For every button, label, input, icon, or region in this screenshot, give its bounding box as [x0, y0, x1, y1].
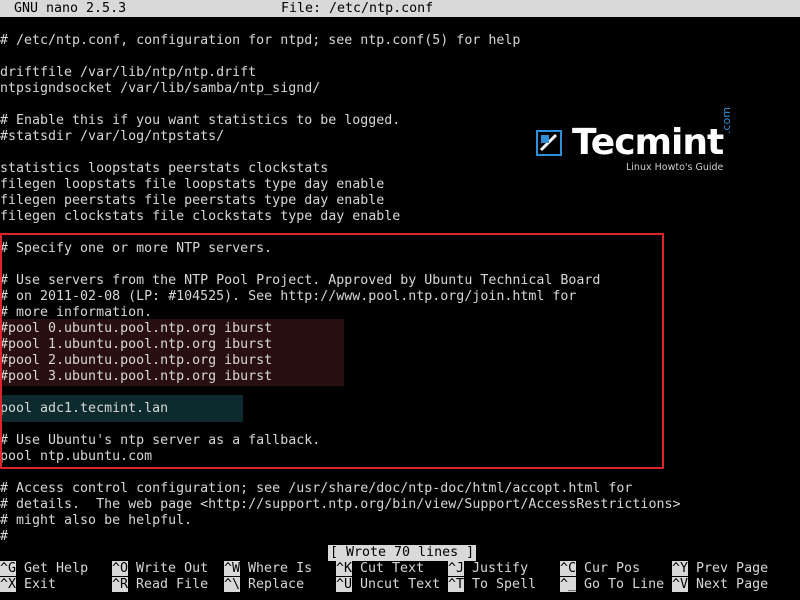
- shortcut-label: Uncut Text: [360, 577, 441, 592]
- ntp-servers-highlight-box: [0, 233, 664, 469]
- shortcut-label: Next Page: [696, 577, 769, 592]
- shortcut-key: ^V: [672, 577, 689, 592]
- shortcut-key: ^K: [336, 561, 353, 576]
- shortcut-exit[interactable]: ^X Exit: [0, 577, 56, 593]
- editor-line[interactable]: # details. The web page <http://support.…: [0, 497, 680, 513]
- shortcut-get-help[interactable]: ^G Get Help: [0, 561, 88, 577]
- shortcut-uncut-text[interactable]: ^U Uncut Text: [336, 577, 440, 593]
- shortcut-label: Get Help: [24, 561, 89, 576]
- watermark-brand: Tecmint: [572, 122, 724, 163]
- editor-line[interactable]: filegen peerstats file peerstats type da…: [0, 193, 384, 209]
- watermark-tagline: Linux Howto's Guide: [626, 162, 724, 173]
- shortcut-label: Cur Pos: [584, 561, 641, 576]
- shortcut-key: ^Y: [672, 561, 689, 576]
- watermark-domain: .com: [720, 107, 733, 134]
- shortcut-label: Where Is: [248, 561, 313, 576]
- tecmint-logo-icon: [536, 130, 562, 156]
- shortcut-read-file[interactable]: ^R Read File: [112, 577, 208, 593]
- file-name: File: /etc/ntp.conf: [281, 1, 434, 16]
- shortcut-write-out[interactable]: ^O Write Out: [112, 561, 208, 577]
- shortcut-label: Go To Line: [584, 577, 665, 592]
- shortcut-key: ^R: [112, 577, 129, 592]
- editor-line[interactable]: #: [0, 529, 8, 545]
- shortcut-go-to-line[interactable]: ^_ Go To Line: [560, 577, 664, 593]
- shortcut-label: Write Out: [136, 561, 209, 576]
- shortcut-justify[interactable]: ^J Justify: [448, 561, 528, 577]
- nano-title-bar: GNU nano 2.5.3 File: /etc/ntp.conf: [0, 0, 800, 17]
- editor-line[interactable]: ntpsigndsocket /var/lib/samba/ntp_signd/: [0, 81, 320, 97]
- shortcut-replace[interactable]: ^\ Replace: [224, 577, 304, 593]
- shortcut-where-is[interactable]: ^W Where Is: [224, 561, 312, 577]
- shortcut-label: Cut Text: [360, 561, 425, 576]
- editor-line[interactable]: # Enable this if you want statistics to …: [0, 113, 400, 129]
- shortcut-key: ^C: [560, 561, 577, 576]
- shortcut-to-spell[interactable]: ^T To Spell: [448, 577, 536, 593]
- shortcut-label: To Spell: [472, 577, 537, 592]
- shortcut-key: ^T: [448, 577, 465, 592]
- shortcut-key: ^_: [560, 577, 577, 592]
- tecmint-watermark: Tecmint .com Linux Howto's Guide: [536, 107, 736, 178]
- shortcut-key: ^J: [448, 561, 465, 576]
- editor-line[interactable]: # might also be helpful.: [0, 513, 192, 529]
- shortcut-cur-pos[interactable]: ^C Cur Pos: [560, 561, 640, 577]
- shortcut-label: Exit: [24, 577, 57, 592]
- shortcut-key: ^O: [112, 561, 129, 576]
- shortcut-key: ^U: [336, 577, 353, 592]
- shortcut-prev-page[interactable]: ^Y Prev Page: [672, 561, 768, 577]
- shortcut-key: ^\: [224, 577, 241, 592]
- editor-line[interactable]: driftfile /var/lib/ntp/ntp.drift: [0, 65, 256, 81]
- shortcut-next-page[interactable]: ^V Next Page: [672, 577, 768, 593]
- editor-line[interactable]: statistics loopstats peerstats clockstat…: [0, 161, 328, 177]
- editor-line[interactable]: filegen loopstats file loopstats type da…: [0, 177, 384, 193]
- shortcut-label: Read File: [136, 577, 209, 592]
- editor-line[interactable]: #statsdir /var/log/ntpstats/: [0, 129, 224, 145]
- shortcut-label: Prev Page: [696, 561, 769, 576]
- shortcut-label: Justify: [472, 561, 529, 576]
- app-version: GNU nano 2.5.3: [14, 1, 127, 16]
- editor-line[interactable]: # Access control configuration; see /usr…: [0, 481, 632, 497]
- status-message: [ Wrote 70 lines ]: [328, 545, 477, 561]
- editor-line[interactable]: # /etc/ntp.conf, configuration for ntpd;…: [0, 33, 520, 49]
- shortcut-label: Replace: [248, 577, 305, 592]
- shortcut-key: ^G: [0, 561, 17, 576]
- shortcut-key: ^X: [0, 577, 17, 592]
- shortcut-cut-text[interactable]: ^K Cut Text: [336, 561, 424, 577]
- editor-line[interactable]: filegen clockstats file clockstats type …: [0, 209, 400, 225]
- shortcut-key: ^W: [224, 561, 241, 576]
